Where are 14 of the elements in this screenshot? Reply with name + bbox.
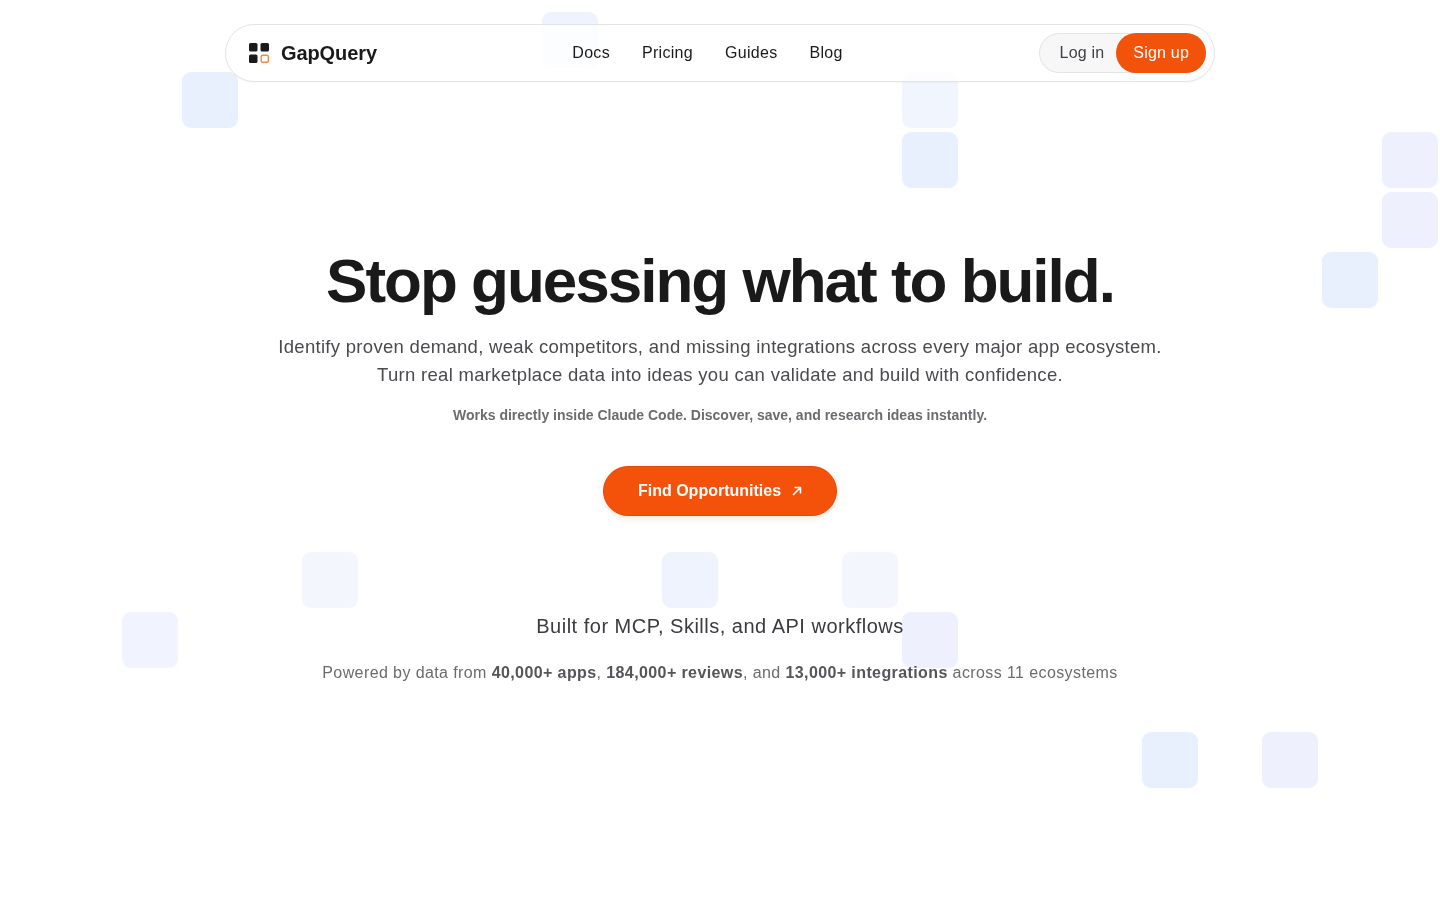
hero-headline: Stop guessing what to build. — [326, 245, 1114, 317]
hero-subtitle: Identify proven demand, weak competitors, and missing integrations across every major app ecosystem. Turn real marketplace data into ideas you can validate and build with confidence. — [278, 335, 1162, 387]
squares-logo-icon — [249, 43, 269, 63]
arrow-up-right-icon — [792, 486, 803, 496]
workflows-heading: Built for MCP, Skills, and API workflows — [536, 614, 904, 639]
nav-link[interactable]: Guides — [724, 44, 778, 62]
stats-text: Powered by data from 40,000+ apps, 184,000+ reviews, and 13,000+ integrations across 11 ecosystems — [322, 663, 1118, 683]
background-tile — [182, 72, 238, 128]
nav-link[interactable]: Pricing — [641, 44, 693, 62]
nav-link[interactable]: Docs — [572, 44, 610, 62]
login-button[interactable]: Log in — [1059, 44, 1105, 62]
brand-link[interactable]: GapQuery — [249, 41, 377, 65]
nav-link[interactable]: Blog — [809, 44, 843, 62]
hero-note: Works directly inside Claude Code. Discover, save, and research ideas instantly. — [453, 406, 987, 425]
